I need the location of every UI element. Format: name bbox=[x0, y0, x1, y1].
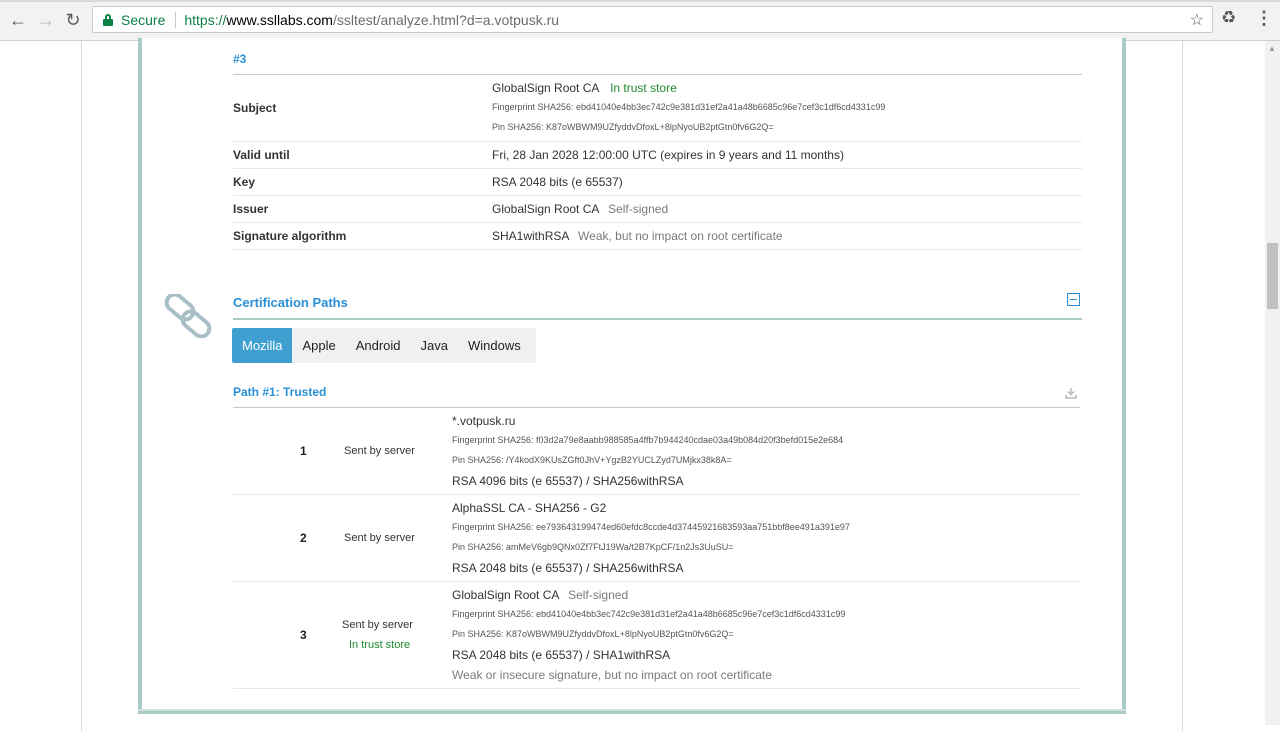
path-rule bbox=[233, 407, 1080, 408]
url-scheme: https:// bbox=[184, 11, 227, 28]
reload-icon[interactable]: ↻ bbox=[62, 9, 84, 31]
cert-self-signed: Self-signed bbox=[568, 588, 629, 602]
tab-java[interactable]: Java bbox=[411, 328, 458, 363]
cert-fingerprint: Fingerprint SHA256: f03d2a79e8aabb988585… bbox=[452, 435, 844, 445]
signature-value: SHA1withRSA Weak, but no impact on root … bbox=[492, 229, 783, 243]
valid-until-label: Valid until bbox=[233, 148, 290, 162]
url-path: /ssltest/analyze.html?d=a.votpusk.ru bbox=[332, 11, 560, 28]
tab-mozilla[interactable]: Mozilla bbox=[232, 328, 293, 363]
scrollbar-thumb[interactable] bbox=[1267, 243, 1278, 309]
tab-android[interactable]: Android bbox=[346, 328, 411, 363]
divider bbox=[233, 168, 1082, 169]
forward-arrow-icon[interactable]: → bbox=[35, 9, 57, 31]
tab-apple[interactable]: Apple bbox=[292, 328, 345, 363]
cert-name-row: GlobalSign Root CA Self-signed bbox=[452, 588, 628, 602]
chain-link-icon bbox=[163, 292, 215, 343]
divider bbox=[233, 141, 1082, 142]
divider bbox=[233, 581, 1080, 582]
bookmark-star-icon[interactable]: ☆ bbox=[1190, 10, 1204, 30]
subject-fingerprint: Fingerprint SHA256: ebd41040e4bb3ec742c9… bbox=[492, 102, 886, 112]
trust-store-tabs: Mozilla Apple Android Java Windows bbox=[232, 328, 536, 363]
divider bbox=[233, 249, 1082, 250]
divider bbox=[233, 222, 1082, 223]
url-host: www.ssllabs.com bbox=[226, 11, 333, 28]
cert-fingerprint: Fingerprint SHA256: ebd41040e4bb3ec742c9… bbox=[452, 609, 846, 619]
issuer-note: Self-signed bbox=[608, 202, 669, 216]
sent-by-server: Sent by server bbox=[344, 445, 415, 457]
divider bbox=[233, 195, 1082, 196]
download-icon[interactable] bbox=[1065, 386, 1077, 404]
scroll-up-arrow-icon[interactable]: ▲ bbox=[1268, 44, 1276, 53]
cert-weak-note: Weak or insecure signature, but no impac… bbox=[452, 668, 772, 682]
sent-by-server: Sent by server bbox=[342, 619, 413, 631]
cert-pin: Pin SHA256: K87oWBWM9UZfyddvDfoxL+8lpNyo… bbox=[452, 629, 734, 639]
tab-strip-edge bbox=[0, 0, 1280, 2]
cert-key: RSA 2048 bits (e 65537) / SHA1withRSA bbox=[452, 648, 671, 662]
cert-pin: Pin SHA256: amMeV6gb9QNx0Zf7FtJ19Wa/t2B7… bbox=[452, 542, 734, 552]
key-label: Key bbox=[233, 175, 256, 189]
valid-until-value: Fri, 28 Jan 2028 12:00:00 UTC (expires i… bbox=[492, 148, 844, 162]
sent-by-server: Sent by server bbox=[344, 532, 415, 544]
in-trust-store: In trust store bbox=[349, 639, 411, 651]
back-arrow-icon[interactable]: ← bbox=[7, 9, 29, 31]
subject-name: GlobalSign Root CA bbox=[492, 81, 599, 95]
page-scrollbar[interactable]: ▲ bbox=[1265, 41, 1280, 725]
signature-label: Signature algorithm bbox=[233, 229, 347, 243]
cert-name: GlobalSign Root CA bbox=[452, 588, 559, 602]
lock-icon bbox=[103, 13, 113, 26]
issuer-name: GlobalSign Root CA bbox=[492, 202, 599, 216]
subject-label: Subject bbox=[233, 101, 277, 115]
issuer-label: Issuer bbox=[233, 202, 269, 216]
key-value: RSA 2048 bits (e 65537) bbox=[492, 175, 623, 189]
section-rule bbox=[233, 318, 1082, 320]
path-entry-number: 1 bbox=[300, 444, 307, 458]
omnibox-separator bbox=[175, 11, 177, 28]
report-bottom-edge bbox=[138, 709, 1126, 711]
cert-name: AlphaSSL CA - SHA256 - G2 bbox=[452, 501, 607, 515]
signature-note: Weak, but no impact on root certificate bbox=[578, 229, 783, 243]
cert-pin: Pin SHA256: /Y4kodX9KUsZGft0JhV+YgzB2YUC… bbox=[452, 455, 732, 465]
extension-recycle-icon[interactable]: ♻ bbox=[1221, 8, 1236, 28]
address-bar[interactable]: Secure https://www.ssllabs.com/ssltest/a… bbox=[92, 6, 1213, 33]
subject-pin: Pin SHA256: K87oWBWM9UZfyddvDfoxL+8lpNyo… bbox=[492, 122, 774, 132]
divider bbox=[233, 494, 1080, 495]
path-entry-number: 2 bbox=[300, 531, 307, 545]
browser-toolbar: ← → ↻ Secure https://www.ssllabs.com/ssl… bbox=[0, 0, 1280, 41]
issuer-value: GlobalSign Root CA Self-signed bbox=[492, 202, 668, 216]
tab-windows[interactable]: Windows bbox=[458, 328, 531, 363]
signature-algorithm: SHA1withRSA bbox=[492, 229, 569, 243]
subject-value: GlobalSign Root CA In trust store bbox=[492, 81, 677, 95]
browser-menu-icon[interactable]: ⋮ bbox=[1255, 8, 1273, 29]
cert-fingerprint: Fingerprint SHA256: ee793643199474ed60ef… bbox=[452, 522, 850, 532]
cert-key: RSA 4096 bits (e 65537) / SHA256withRSA bbox=[452, 474, 684, 488]
collapse-icon[interactable] bbox=[1067, 293, 1080, 306]
cert-key: RSA 2048 bits (e 65537) / SHA256withRSA bbox=[452, 561, 684, 575]
trust-status: In trust store bbox=[610, 81, 677, 95]
section-title: Certification Paths bbox=[233, 295, 348, 310]
cert-heading: #3 bbox=[233, 52, 247, 66]
secure-label: Secure bbox=[121, 11, 166, 28]
divider bbox=[233, 74, 1082, 75]
cert-name: *.votpusk.ru bbox=[452, 414, 516, 428]
path-entry-number: 3 bbox=[300, 628, 307, 642]
path-title: Path #1: Trusted bbox=[233, 385, 327, 399]
divider bbox=[233, 688, 1080, 689]
